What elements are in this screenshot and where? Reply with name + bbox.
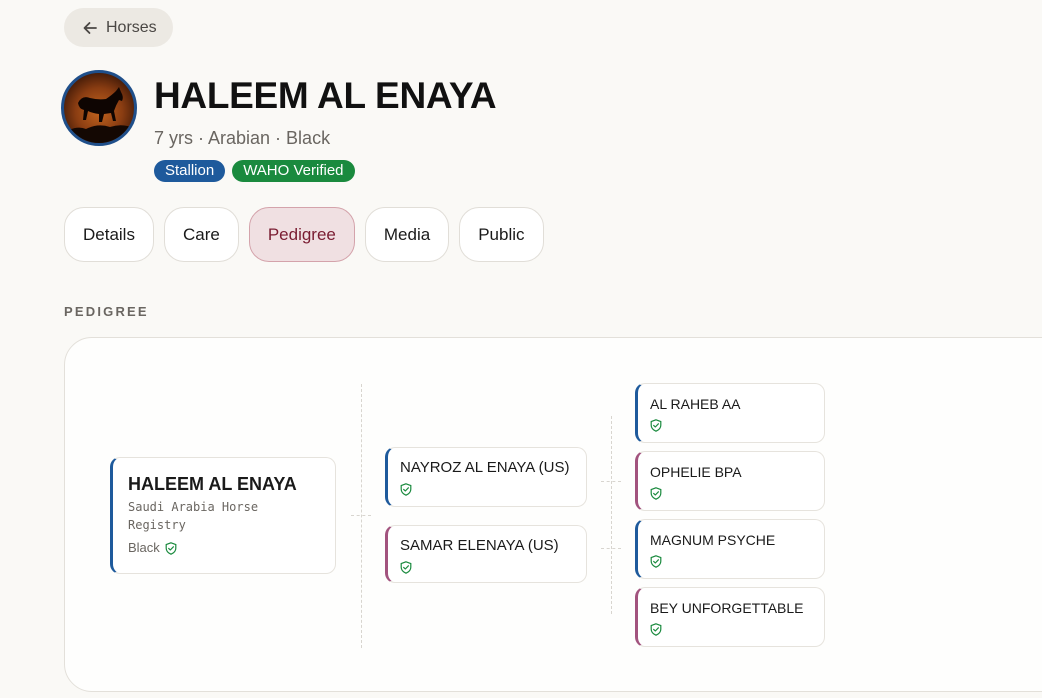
tab-pedigree[interactable]: Pedigree [248,207,355,262]
root-horse-name: HALEEM AL ENAYA [128,474,297,494]
pedigree-dam-dam-node[interactable]: BEY UNFORGETTABLE [635,587,825,647]
verified-shield-icon [650,419,662,432]
pedigree-dam-node[interactable]: SAMAR ELENAYA (US) [385,525,587,583]
connector-line [361,384,362,648]
pedigree-section-label: PEDIGREE [64,304,149,319]
pedigree-root-node[interactable]: HALEEM AL ENAYA Saudi Arabia Horse Regis… [110,457,336,574]
pedigree-sire-sire-node[interactable]: AL RAHEB AA [635,383,825,443]
horse-name-title: HALEEM AL ENAYA [154,75,497,116]
grandparent-name: AL RAHEB AA [650,396,741,412]
grandparent-name: BEY UNFORGETTABLE [650,600,804,616]
horse-tabs: Details Care Pedigree Media Public [64,207,544,262]
stallion-badge: Stallion [154,160,226,182]
horse-avatar [61,70,137,146]
connector-line [601,481,621,482]
verified-shield-icon [400,561,412,574]
verified-shield-icon [165,542,177,555]
connector-line [601,548,621,549]
grandparent-name: OPHELIE BPA [650,464,742,480]
tab-care[interactable]: Care [163,207,239,262]
tab-media[interactable]: Media [364,207,450,262]
pedigree-card: HALEEM AL ENAYA Saudi Arabia Horse Regis… [64,337,1042,692]
horse-subtitle: 7 yrs · Arabian · Black [154,128,331,148]
verified-shield-icon [650,487,662,500]
verified-shield-icon [400,483,412,496]
root-color: Black [128,540,160,555]
tab-public[interactable]: Public [459,207,544,262]
sire-name: NAYROZ AL ENAYA (US) [400,459,570,476]
pedigree-sire-dam-node[interactable]: OPHELIE BPA [635,451,825,511]
grandparent-name: MAGNUM PSYCHE [650,532,776,548]
horse-silhouette-icon [64,87,134,143]
back-button-label: Horses [106,18,157,36]
verified-shield-icon [650,555,662,568]
root-registry: Saudi Arabia Horse Registry [128,500,259,532]
connector-line [351,515,371,516]
dam-name: SAMAR ELENAYA (US) [400,537,559,554]
waho-verified-badge: WAHO Verified [232,160,355,182]
back-to-horses-button[interactable]: Horses [64,8,173,47]
connector-line [611,416,612,614]
tab-details[interactable]: Details [64,207,154,262]
arrow-left-icon [83,21,97,34]
horse-badges: Stallion WAHO Verified [154,160,355,182]
verified-shield-icon [650,623,662,636]
pedigree-dam-sire-node[interactable]: MAGNUM PSYCHE [635,519,825,579]
pedigree-sire-node[interactable]: NAYROZ AL ENAYA (US) [385,447,587,507]
